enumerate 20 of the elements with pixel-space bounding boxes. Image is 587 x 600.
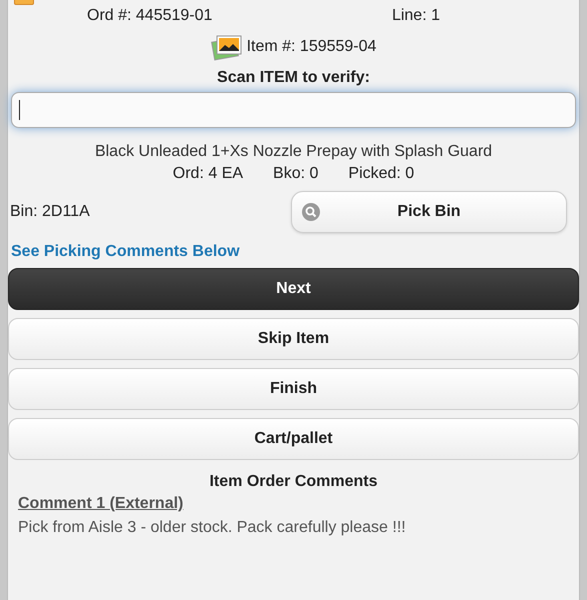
- action-button[interactable]: Cart/pallet: [8, 418, 579, 460]
- order-number: Ord #: 445519-01: [87, 6, 212, 26]
- scan-input-field[interactable]: [11, 92, 576, 128]
- comments-title: Item Order Comments: [208, 472, 379, 492]
- line-number: Line: 1: [392, 6, 440, 26]
- comment-heading: Comment 1 (External): [18, 494, 184, 514]
- comments-link[interactable]: See Picking Comments Below: [11, 243, 240, 260]
- action-button[interactable]: Finish: [8, 368, 579, 410]
- item-description: Black Unleaded 1+Xs Nozzle Prepay with Splash Guard: [94, 142, 494, 162]
- action-button[interactable]: Skip Item: [8, 318, 579, 360]
- comment-text: Pick from Aisle 3 - older stock. Pack carefully please !!!: [18, 518, 407, 538]
- action-button[interactable]: Next: [8, 268, 579, 310]
- quantity-text: Picked: 0: [348, 164, 414, 184]
- item-number: Item #: 159559-04: [246, 37, 376, 57]
- quantity-text: Ord: 4 EA: [172, 164, 244, 184]
- quantity-text: Bko: 0: [273, 164, 318, 184]
- search-icon: [302, 203, 320, 221]
- pick-bin-button[interactable]: Pick Bin: [291, 191, 567, 233]
- scan-label: Scan ITEM to verify:: [216, 68, 371, 88]
- bin-location: Bin: 2D11A: [10, 202, 90, 222]
